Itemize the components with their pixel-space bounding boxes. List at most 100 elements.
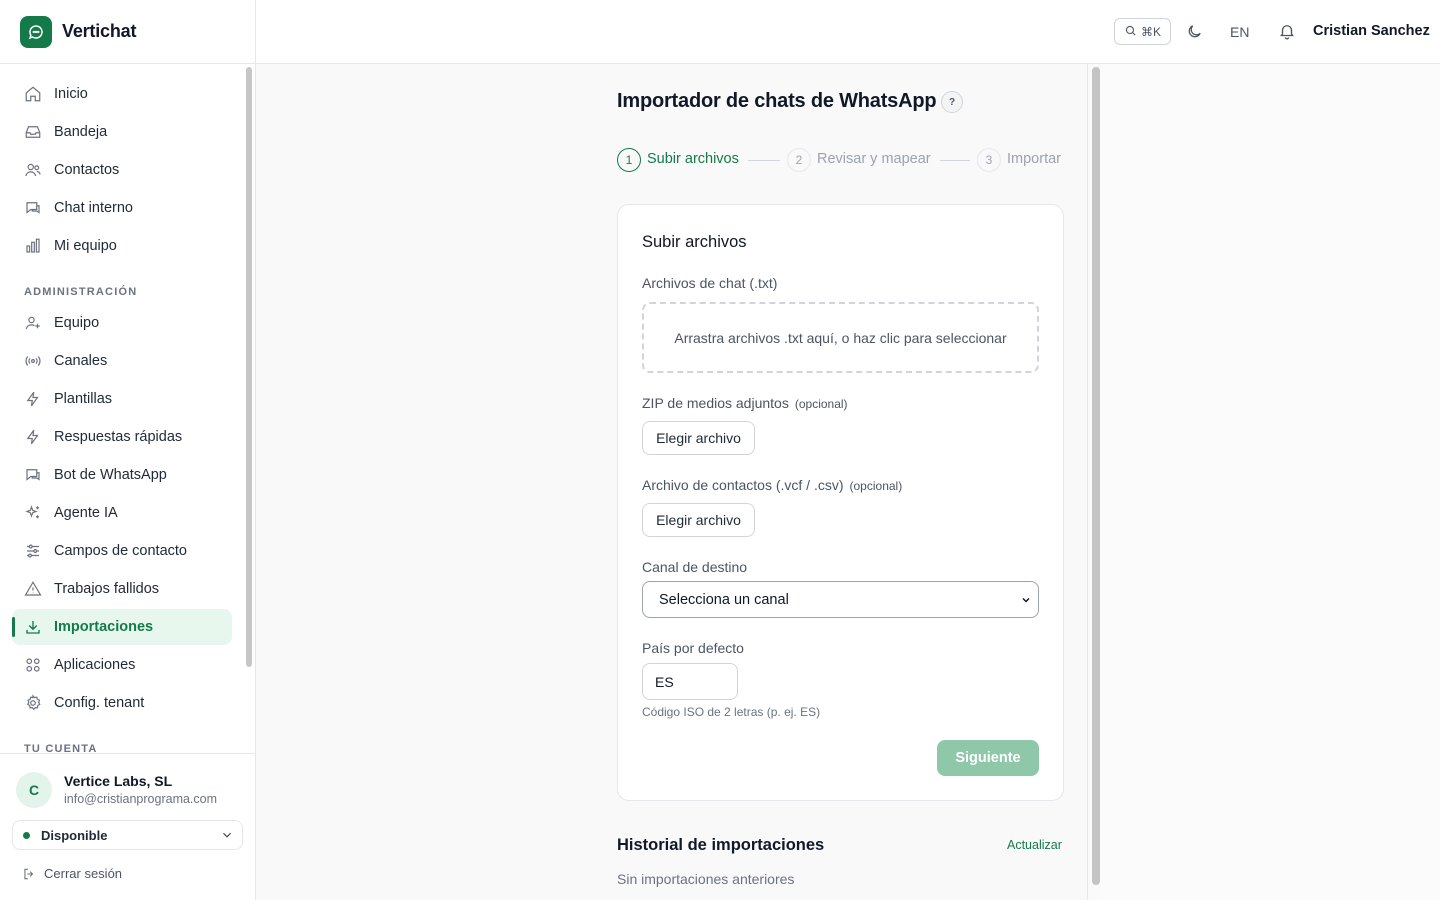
contacts-label: Archivo de contactos (.vcf / .csv) (opcio… bbox=[642, 477, 902, 493]
chat-icon bbox=[24, 199, 42, 217]
gear-icon bbox=[24, 694, 42, 712]
sidebar-item-label: Agente IA bbox=[54, 505, 118, 521]
account-email: info@cristianprograma.com bbox=[64, 792, 218, 806]
brand-name: Vertichat bbox=[62, 21, 137, 41]
page-title: Importador de chats de WhatsApp bbox=[617, 90, 937, 112]
language-toggle[interactable]: EN bbox=[1230, 24, 1249, 40]
search-button[interactable]: ⌘K bbox=[1114, 18, 1171, 45]
sidebar-item-campos-contacto[interactable]: Campos de contacto bbox=[12, 533, 232, 569]
channel-label: Canal de destino bbox=[642, 559, 748, 575]
sidebar-item-aplicaciones[interactable]: Aplicaciones bbox=[12, 647, 232, 683]
stepper: 1 Subir archivos 2 Revisar y mapear 3 Im… bbox=[617, 148, 1064, 172]
home-icon bbox=[24, 85, 42, 103]
country-input[interactable]: ES bbox=[642, 663, 738, 700]
channel-select-value: Selecciona un canal bbox=[659, 591, 789, 608]
optional-tag: (opcional) bbox=[849, 479, 903, 493]
history-empty-text: Sin importaciones anteriores bbox=[617, 871, 795, 887]
sidebar-item-label: Plantillas bbox=[54, 391, 113, 407]
sidebar-item-chat-interno[interactable]: Chat interno bbox=[12, 190, 232, 226]
logout-icon bbox=[22, 867, 36, 881]
user-name[interactable]: Cristian Sanchez bbox=[1313, 23, 1430, 39]
status-dot bbox=[23, 831, 30, 839]
chevron-down-icon bbox=[1020, 594, 1032, 610]
sidebar-item-label: Campos de contacto bbox=[54, 543, 187, 559]
account-name: Vertice Labs, SL bbox=[64, 773, 173, 789]
sidebar-item-bot-whatsapp[interactable]: Bot de WhatsApp bbox=[12, 457, 232, 493]
sidebar-item-plantillas[interactable]: Plantillas bbox=[12, 381, 232, 417]
sidebar-item-label: Aplicaciones bbox=[54, 657, 136, 673]
main-content: Importador de chats de WhatsApp ? 1 Subi… bbox=[256, 64, 1440, 900]
bell-icon[interactable] bbox=[1278, 22, 1296, 45]
sidebar-item-label: Bot de WhatsApp bbox=[54, 467, 167, 483]
history-title: Historial de importaciones bbox=[617, 836, 825, 854]
sidebar-item-respuestas-rapidas[interactable]: Respuestas rápidas bbox=[12, 419, 232, 455]
grid-icon bbox=[24, 656, 42, 674]
help-icon[interactable]: ? bbox=[941, 91, 963, 113]
search-icon bbox=[1124, 24, 1137, 40]
main-panel: Importador de chats de WhatsApp ? 1 Subi… bbox=[256, 64, 1088, 900]
next-button[interactable]: Siguiente bbox=[937, 740, 1039, 776]
bolt-icon bbox=[24, 428, 42, 446]
chat-bubble-logo-icon bbox=[20, 15, 52, 48]
moon-icon[interactable] bbox=[1186, 23, 1203, 45]
sidebar-item-trabajos-fallidos[interactable]: Trabajos fallidos bbox=[12, 571, 232, 607]
chat-bot-icon bbox=[24, 466, 42, 484]
inbox-icon bbox=[24, 123, 42, 141]
chat-files-dropzone[interactable]: Arrastra archivos .txt aquí, o haz clic … bbox=[642, 302, 1039, 373]
sidebar-scrollbar[interactable] bbox=[246, 67, 252, 667]
sidebar-item-label: Equipo bbox=[54, 315, 100, 331]
sidebar: Vertichat Inicio Bandeja Contactos Chat … bbox=[0, 0, 256, 900]
step-1-number: 1 bbox=[617, 148, 641, 172]
active-indicator bbox=[12, 617, 15, 637]
search-shortcut: ⌘K bbox=[1140, 24, 1161, 39]
sparkles-icon bbox=[24, 504, 42, 522]
sidebar-item-equipo[interactable]: Equipo bbox=[12, 305, 232, 341]
sidebar-item-label: Inicio bbox=[54, 86, 88, 102]
sidebar-item-config-tenant[interactable]: Config. tenant bbox=[12, 685, 232, 721]
sidebar-item-label: Canales bbox=[54, 353, 108, 369]
section-label-admin: ADMINISTRACIÓN bbox=[24, 286, 138, 298]
sidebar-item-label: Importaciones bbox=[54, 619, 154, 635]
country-hint: Código ISO de 2 letras (p. ej. ES) bbox=[642, 705, 821, 719]
channel-select[interactable]: Selecciona un canal bbox=[642, 581, 1039, 618]
sidebar-item-label: Mi equipo bbox=[54, 238, 117, 254]
sidebar-item-label: Config. tenant bbox=[54, 695, 145, 711]
logout-button[interactable]: Cerrar sesión bbox=[22, 866, 122, 881]
user-plus-icon bbox=[24, 314, 42, 332]
refresh-link[interactable]: Actualizar bbox=[1007, 838, 1062, 852]
status-select[interactable]: Disponible bbox=[12, 820, 243, 850]
sidebar-item-importaciones[interactable]: Importaciones bbox=[12, 609, 232, 645]
sidebar-item-label: Respuestas rápidas bbox=[54, 429, 183, 445]
brand[interactable]: Vertichat bbox=[0, 0, 255, 64]
sidebar-item-contactos[interactable]: Contactos bbox=[12, 152, 232, 188]
sidebar-item-canales[interactable]: Canales bbox=[12, 343, 232, 379]
zip-label-text: ZIP de medios adjuntos bbox=[642, 395, 789, 411]
alert-triangle-icon bbox=[24, 580, 42, 598]
sidebar-item-label: Chat interno bbox=[54, 200, 133, 216]
step-connector bbox=[748, 160, 780, 161]
main-scrollbar[interactable] bbox=[1092, 67, 1100, 885]
avatar[interactable]: C bbox=[16, 772, 52, 808]
sidebar-item-inicio[interactable]: Inicio bbox=[12, 76, 232, 112]
step-2-label: Revisar y mapear bbox=[817, 151, 931, 167]
radio-icon bbox=[24, 352, 42, 370]
sidebar-item-label: Trabajos fallidos bbox=[54, 581, 160, 597]
right-pane bbox=[1101, 64, 1440, 900]
contacts-label-text: Archivo de contactos (.vcf / .csv) bbox=[642, 477, 844, 493]
sidebar-item-mi-equipo[interactable]: Mi equipo bbox=[12, 228, 232, 264]
contacts-choose-file-button[interactable]: Elegir archivo bbox=[642, 503, 755, 537]
download-icon bbox=[24, 618, 42, 636]
optional-tag: (opcional) bbox=[794, 397, 848, 411]
step-3-number: 3 bbox=[977, 148, 1001, 172]
zip-choose-file-button[interactable]: Elegir archivo bbox=[642, 421, 755, 455]
sidebar-item-label: Contactos bbox=[54, 162, 120, 178]
zip-label: ZIP de medios adjuntos (opcional) bbox=[642, 395, 848, 411]
chevron-down-icon bbox=[220, 828, 234, 845]
sidebar-item-bandeja[interactable]: Bandeja bbox=[12, 114, 232, 150]
status-label: Disponible bbox=[41, 827, 108, 843]
bar-chart-icon bbox=[24, 237, 42, 255]
upload-card: Subir archivos Archivos de chat (.txt) A… bbox=[617, 204, 1064, 801]
bolt-icon bbox=[24, 390, 42, 408]
step-connector bbox=[940, 160, 970, 161]
sidebar-item-agente-ia[interactable]: Agente IA bbox=[12, 495, 232, 531]
